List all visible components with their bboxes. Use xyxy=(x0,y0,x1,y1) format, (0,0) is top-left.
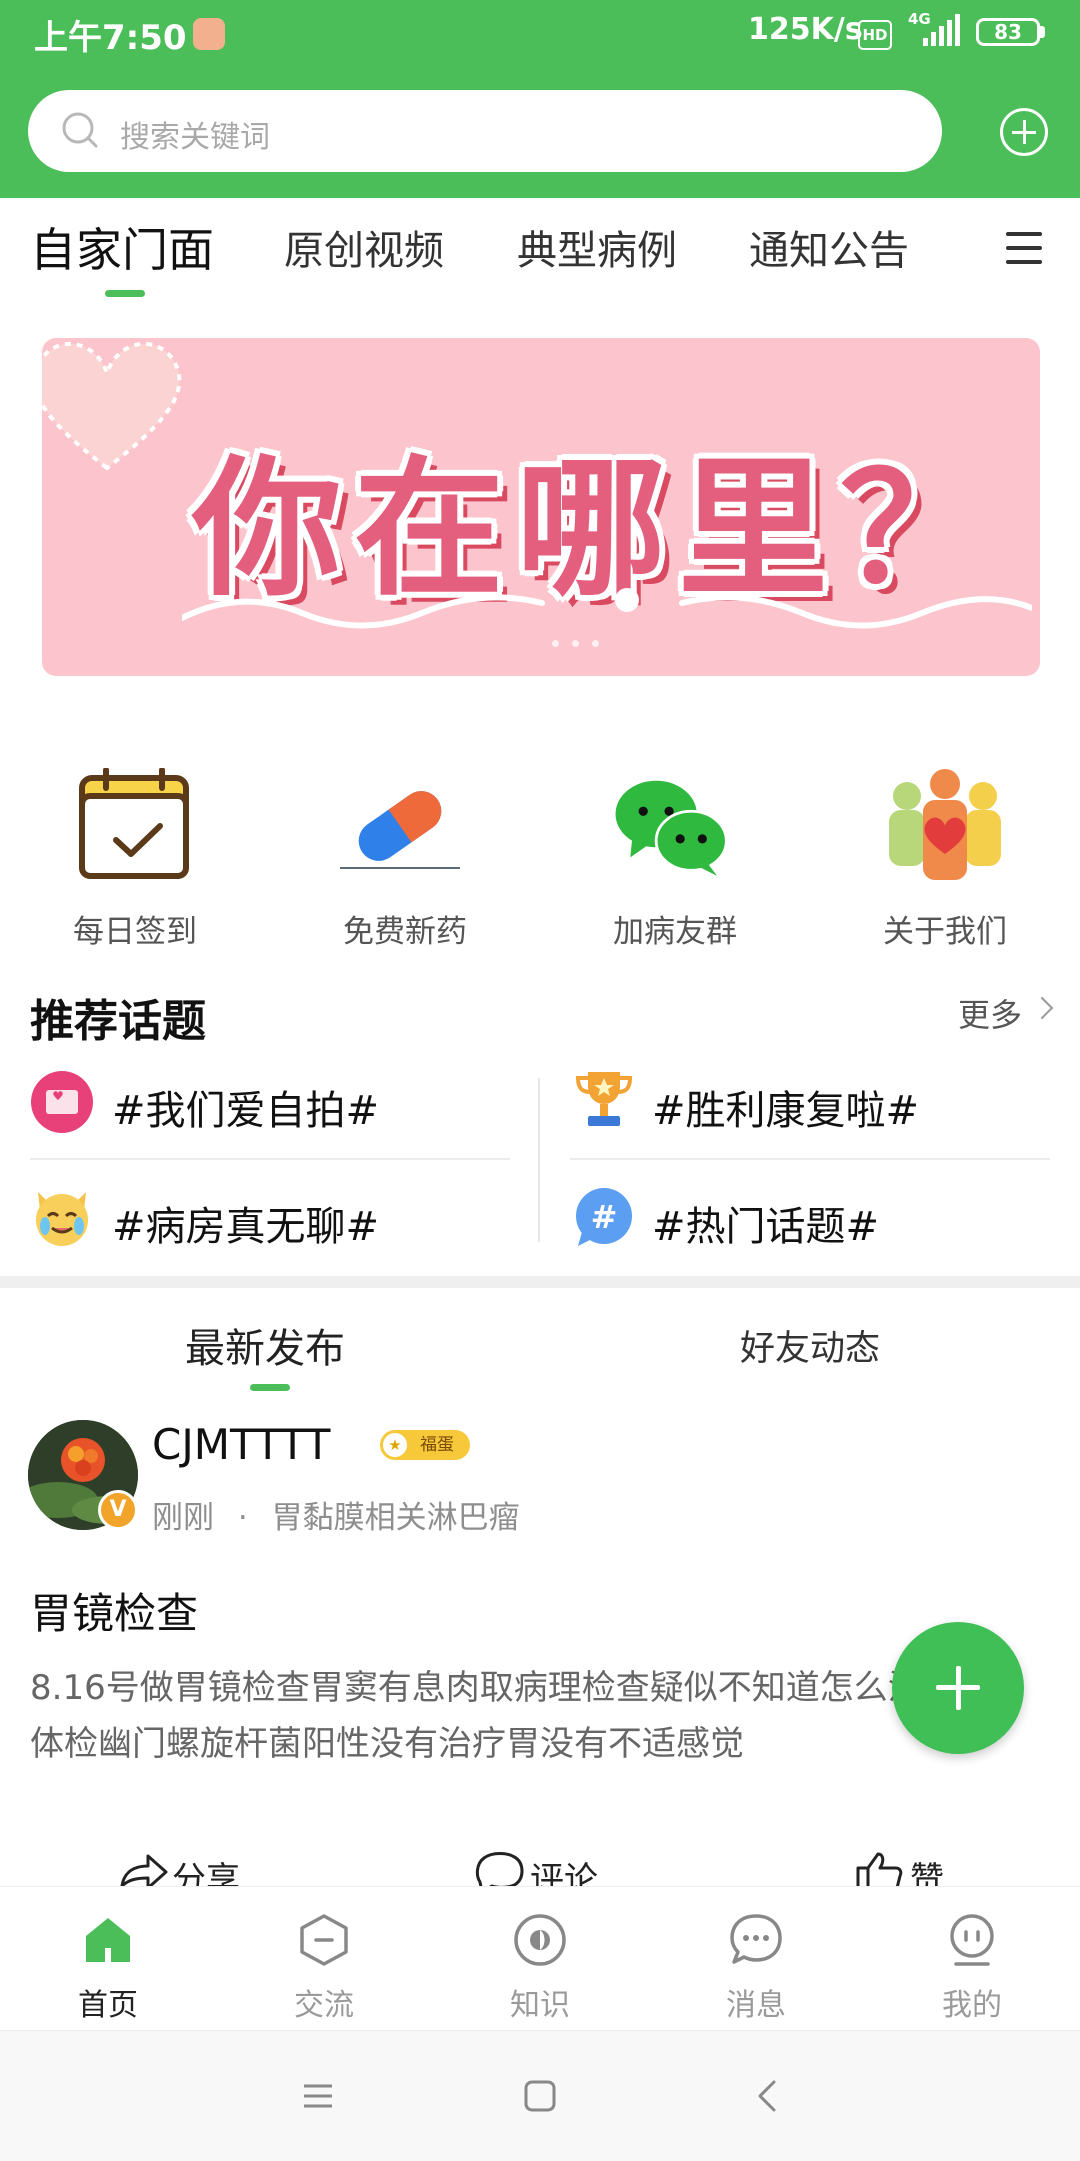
topic-ward-boring[interactable]: #病房真无聊# xyxy=(112,1194,379,1252)
calendar-check-icon[interactable] xyxy=(76,768,196,884)
chevron-right-icon xyxy=(1030,996,1054,1020)
post-meta-separator: · xyxy=(237,1500,248,1536)
hexagon-icon[interactable] xyxy=(296,1912,352,1968)
quick-join-group-label[interactable]: 加病友群 xyxy=(575,906,775,951)
battery-icon: 83 xyxy=(976,18,1040,46)
tab-typical-cases[interactable]: 典型病例 xyxy=(517,218,677,276)
topics-divider-left xyxy=(30,1158,510,1160)
topics-more-link[interactable]: 更多 xyxy=(958,990,1022,1036)
quick-about-label[interactable]: 关于我们 xyxy=(845,906,1045,951)
post-title[interactable]: 胃镜检查 xyxy=(30,1580,198,1641)
post-time: 刚刚 xyxy=(152,1500,214,1536)
search-icon xyxy=(62,112,98,148)
thumbs-up-icon[interactable] xyxy=(854,1852,904,1888)
create-post-button[interactable] xyxy=(892,1622,1024,1754)
nav-exchange[interactable]: 交流 xyxy=(264,1980,384,2024)
search-placeholder: 搜索关键词 xyxy=(120,120,270,155)
tab-original-video[interactable]: 原创视频 xyxy=(284,218,444,276)
svg-text:#: # xyxy=(591,1198,618,1236)
verified-badge-icon: V xyxy=(98,1490,138,1530)
battery-tip xyxy=(1040,26,1045,38)
feed-tab-indicator xyxy=(250,1384,290,1391)
quick-checkin-label[interactable]: 每日签到 xyxy=(35,906,235,951)
nav-messages[interactable]: 消息 xyxy=(696,1980,816,2024)
notification-app-icon xyxy=(193,18,225,50)
post-body[interactable]: 8.16号做胃镜检查胃窦有息肉取病理检查疑似不知道怎么治疗去年体检幽门螺旋杆菌阳… xyxy=(30,1660,1040,1772)
back-key-icon[interactable] xyxy=(750,2078,786,2114)
status-time: 上午7:50 xyxy=(34,18,187,58)
profile-icon[interactable] xyxy=(944,1912,1000,1968)
banner-pagination xyxy=(552,640,612,650)
tab-friends[interactable]: 好友动态 xyxy=(740,1320,880,1371)
chat-bubble-icon[interactable] xyxy=(728,1912,784,1968)
add-icon[interactable] xyxy=(1000,108,1048,156)
post-category[interactable]: 胃黏膜相关淋巴瘤 xyxy=(272,1500,520,1536)
pill-icon[interactable] xyxy=(340,768,460,884)
tab-announcements[interactable]: 通知公告 xyxy=(749,218,909,276)
nav-knowledge[interactable]: 知识 xyxy=(480,1980,600,2024)
tab-home-store[interactable]: 自家门面 xyxy=(30,214,214,280)
hashtag-icon: # xyxy=(576,1188,632,1246)
hd-icon: HD xyxy=(858,20,892,50)
menu-icon[interactable] xyxy=(1006,232,1042,264)
people-heart-icon[interactable] xyxy=(885,768,1005,884)
home-icon[interactable] xyxy=(80,1912,136,1968)
topic-trending[interactable]: #热门话题# xyxy=(652,1194,879,1252)
post-meta: 刚刚 · 胃黏膜相关淋巴瘤 xyxy=(152,1492,520,1537)
shirt-icon: ★ xyxy=(383,1433,407,1457)
comment-button[interactable]: 评论 xyxy=(530,1852,598,1888)
trophy-icon xyxy=(575,1072,633,1126)
comment-icon[interactable] xyxy=(474,1852,524,1888)
tab-latest[interactable]: 最新发布 xyxy=(185,1316,345,1374)
crying-cat-icon xyxy=(36,1192,88,1246)
topics-vertical-divider xyxy=(538,1078,540,1242)
tab-active-indicator xyxy=(105,290,145,297)
share-icon[interactable] xyxy=(118,1852,168,1888)
home-key-icon[interactable] xyxy=(522,2078,558,2114)
user-level-badge: ★ 福蛋 xyxy=(380,1430,470,1460)
topic-recovery[interactable]: #胜利康复啦# xyxy=(652,1078,919,1136)
section-separator xyxy=(0,1276,1080,1288)
wechat-icon[interactable] xyxy=(610,768,730,884)
nav-mine[interactable]: 我的 xyxy=(912,1980,1032,2024)
menu-key-icon[interactable] xyxy=(300,2078,336,2114)
topics-title: 推荐话题 xyxy=(30,996,206,1047)
like-button[interactable]: 赞 xyxy=(910,1852,944,1888)
share-button[interactable]: 分享 xyxy=(172,1852,240,1888)
topic-selfie[interactable]: #我们爱自拍# xyxy=(112,1078,379,1136)
post-username[interactable]: CJMTTTT xyxy=(152,1420,330,1469)
topics-divider-right xyxy=(570,1158,1050,1160)
compass-icon[interactable] xyxy=(512,1912,568,1968)
nav-home[interactable]: 首页 xyxy=(48,1980,168,2024)
network-speed: 125K/s xyxy=(748,12,863,47)
banner[interactable]: 你在哪里？ xyxy=(42,338,1040,676)
selfie-icon xyxy=(31,1071,93,1133)
signal-icon xyxy=(923,14,960,46)
banner-wave xyxy=(182,588,1032,629)
banner-title: 你在哪里？ xyxy=(192,443,1003,617)
user-badge-label: 福蛋 xyxy=(420,1435,454,1455)
heart-icon xyxy=(42,341,182,471)
quick-free-drug-label[interactable]: 免费新药 xyxy=(305,906,505,951)
